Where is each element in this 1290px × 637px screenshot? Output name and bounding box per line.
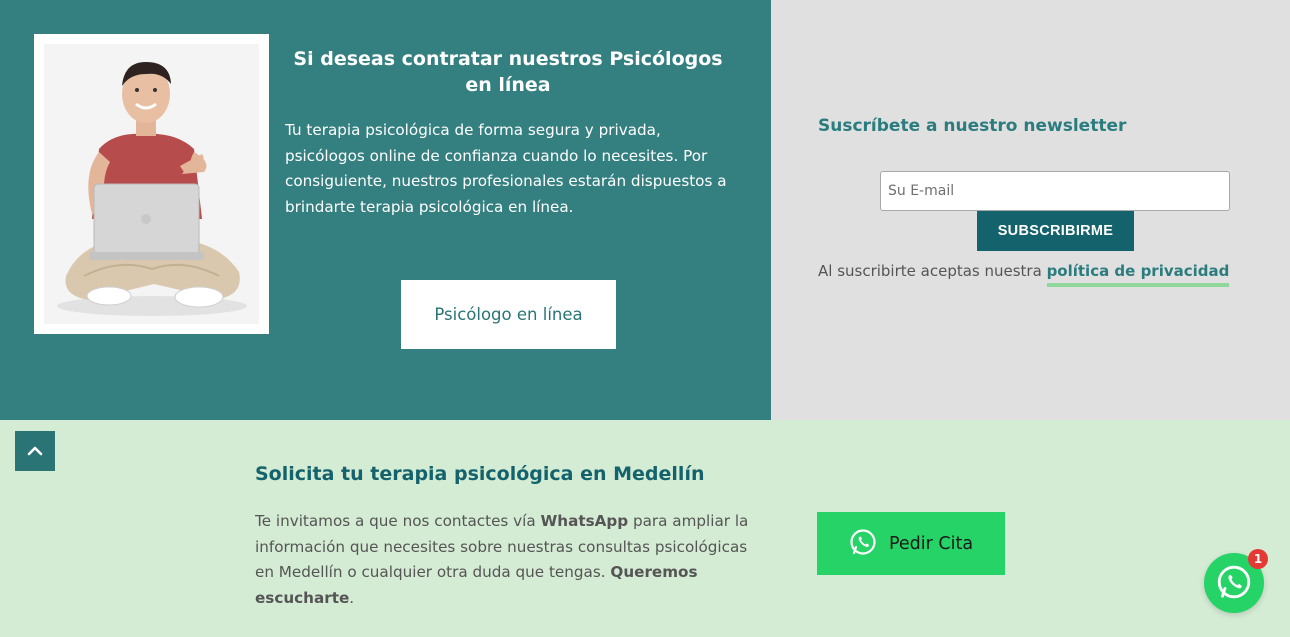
chevron-up-icon (15, 446, 55, 474)
psicologo-en-linea-button[interactable]: Psicólogo en línea (401, 280, 616, 349)
email-field[interactable] (880, 171, 1230, 211)
cta-description: Te invitamos a que nos contactes vía Wha… (255, 509, 755, 611)
newsletter-title: Suscríbete a nuestro newsletter (818, 116, 1127, 136)
cta-section: Solicita tu terapia psicológica en Medel… (0, 420, 1290, 637)
notification-badge: 1 (1248, 549, 1268, 569)
newsletter-consent: Al suscribirte aceptas nuestra política … (818, 262, 1230, 287)
whatsapp-emphasis: WhatsApp (540, 512, 629, 530)
scroll-to-top-button[interactable] (15, 431, 55, 471)
privacy-policy-link[interactable]: política de privacidad (1046, 262, 1230, 287)
cta-text-part: Te invitamos a que nos contactes vía (255, 512, 541, 530)
promo-description: Tu terapia psicológica de forma segura y… (285, 121, 727, 216)
pedir-cita-button[interactable]: Pedir Cita (817, 512, 1005, 575)
newsletter-panel: Suscríbete a nuestro newsletter SUBSCRIB… (771, 0, 1290, 420)
cta-title: Solicita tu terapia psicológica en Medel… (255, 463, 705, 485)
subscribe-button[interactable]: SUBSCRIBIRME (977, 211, 1134, 251)
pedir-cita-label: Pedir Cita (888, 533, 974, 554)
promo-title: Si deseas contratar nuestros Psicólogos … (293, 48, 723, 96)
cta-text-part: . (349, 588, 355, 607)
consent-text: Al suscribirte aceptas nuestra (818, 262, 1047, 280)
promo-photo-frame (34, 34, 269, 334)
promo-panel: Si deseas contratar nuestros Psicólogos … (0, 0, 771, 420)
whatsapp-icon (1216, 564, 1252, 603)
person-with-laptop-photo (44, 44, 259, 324)
whatsapp-icon (849, 528, 877, 559)
